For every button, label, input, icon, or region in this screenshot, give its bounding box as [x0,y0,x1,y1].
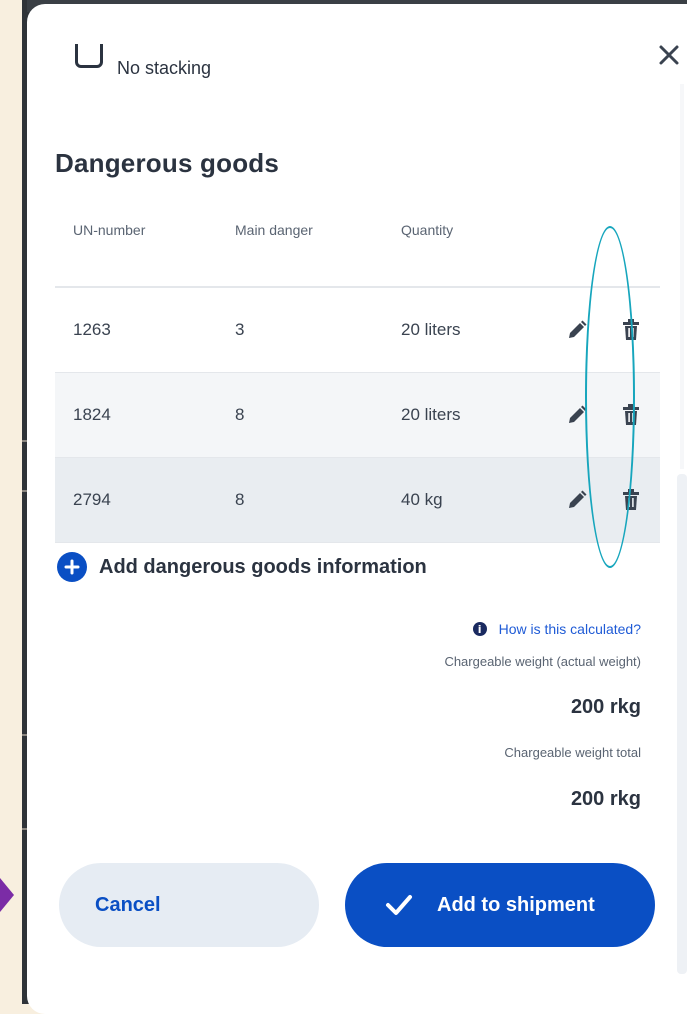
header-main-danger: Main danger [235,222,313,238]
add-dangerous-goods-label: Add dangerous goods information [99,555,427,578]
cell-quantity: 20 liters [401,320,461,339]
pencil-icon [569,320,587,338]
chargeable-weight-label: Chargeable weight (actual weight) [444,654,641,669]
trash-icon [623,489,639,510]
how-calculated-label: How is this calculated? [498,621,641,637]
edit-button[interactable] [565,403,589,427]
add-to-shipment-button[interactable]: Add to shipment [345,863,655,947]
pencil-icon [569,490,587,508]
header-un-number: UN-number [73,222,146,238]
chargeable-total-label: Chargeable weight total [504,745,641,760]
cell-un-number: 2794 [73,490,111,509]
header-quantity: Quantity [401,222,454,238]
delete-button[interactable] [620,488,642,512]
pencil-icon [569,405,587,423]
table-row: 1824 8 20 liters [55,373,660,458]
cancel-button[interactable]: Cancel [59,863,319,947]
table-header: UN-number Main danger Quantity [55,214,660,288]
delete-button[interactable] [620,403,642,427]
add-to-shipment-label: Add to shipment [437,893,595,916]
add-dangerous-goods-button[interactable]: Add dangerous goods information [57,552,427,582]
how-calculated-link[interactable]: i How is this calculated? [472,621,641,637]
scrollbar-thumb[interactable] [677,474,687,974]
section-title: Dangerous goods [55,148,280,178]
table-row: 1263 3 20 liters [55,288,660,373]
cell-main-danger: 8 [235,405,245,424]
table-row: 2794 8 40 kg [55,458,660,543]
cell-main-danger: 8 [235,490,245,509]
chargeable-total-value: 200 rkg [570,788,641,810]
cell-quantity: 20 liters [401,405,461,424]
chargeable-weight-value: 200 rkg [570,696,641,718]
pointer-arrow [0,878,14,912]
scroll-track [680,84,684,469]
delete-button[interactable] [620,318,642,342]
close-icon [659,45,679,65]
cell-un-number: 1824 [73,405,111,424]
dangerous-goods-modal: No stacking Dangerous goods UN-number Ma… [27,4,687,1014]
plus-icon [57,552,87,582]
checkmark-icon [386,895,412,915]
edit-button[interactable] [565,488,589,512]
trash-icon [623,319,639,340]
close-button[interactable] [654,40,684,70]
trash-icon [623,404,639,425]
dangerous-goods-table: UN-number Main danger Quantity 1263 3 20… [55,214,660,543]
no-stacking-label: No stacking [117,58,212,78]
cell-un-number: 1263 [73,320,111,339]
cancel-label: Cancel [95,893,161,916]
info-icon: i [472,622,487,636]
cell-main-danger: 3 [235,320,245,339]
no-stacking-checkbox[interactable] [75,44,103,68]
no-stacking-option[interactable]: No stacking [75,44,375,84]
edit-button[interactable] [565,318,589,342]
cell-quantity: 40 kg [401,490,443,509]
